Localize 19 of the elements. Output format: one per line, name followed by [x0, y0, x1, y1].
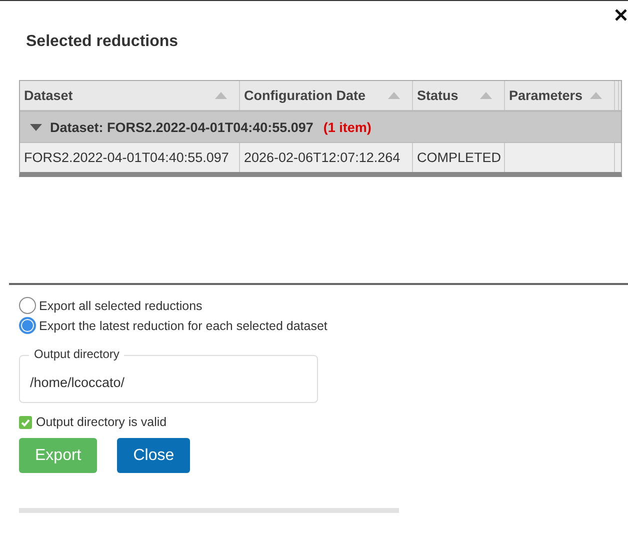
group-row[interactable]: Dataset: FORS2.2022-04-01T04:40:55.097 (1 item) — [20, 112, 621, 143]
column-header[interactable]: Status — [413, 81, 505, 110]
radio-option[interactable]: Export all selected reductions — [19, 297, 202, 314]
close-button[interactable]: Close — [117, 438, 190, 473]
group-count: (1 item) — [323, 120, 372, 134]
dialog-title: Selected reductions — [26, 33, 180, 52]
field-label: Output directory — [29, 347, 124, 361]
column-header[interactable]: Parameters — [505, 81, 615, 110]
table-cell: FORS2.2022-04-01T04:40:55.097 — [20, 143, 240, 172]
validation-message: Output directory is valid — [36, 415, 167, 429]
radio-option[interactable]: Export the latest reduction for each selected dataset — [19, 317, 328, 334]
close-icon[interactable] — [615, 9, 627, 21]
column-header[interactable]: Dataset — [20, 81, 240, 110]
table-cell: COMPLETED — [413, 143, 505, 172]
column-header[interactable]: Configuration Date — [240, 81, 413, 110]
group-label: Dataset: FORS2.2022-04-01T04:40:55.097 — [50, 120, 314, 134]
table-cell: 2026-02-06T12:07:12.264 — [240, 143, 413, 172]
radio-button[interactable] — [19, 297, 36, 314]
radio-button[interactable] — [19, 317, 36, 334]
